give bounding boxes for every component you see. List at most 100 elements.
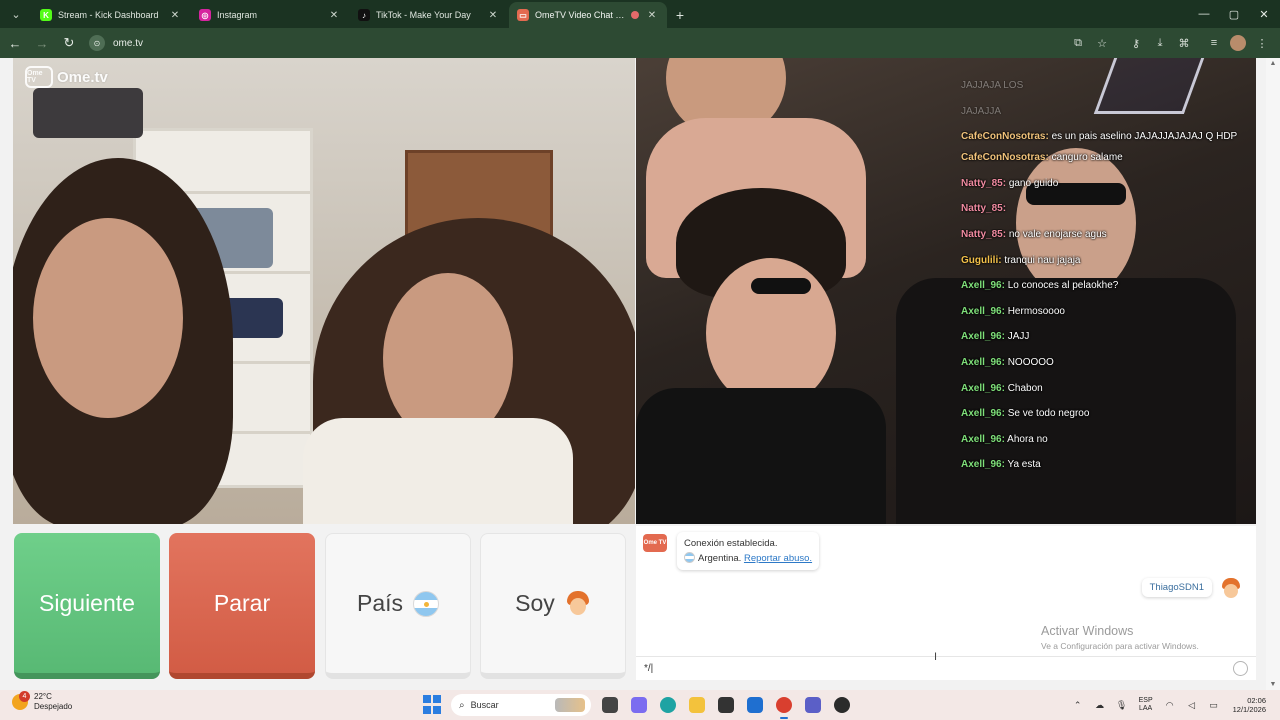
chat-username: Axell_96: <box>961 331 1005 343</box>
wifi-icon[interactable]: ◠ <box>1159 700 1181 711</box>
chat-username: Axell_96: <box>961 280 1005 292</box>
password-key-icon[interactable]: ⚷ <box>1124 31 1148 55</box>
edge-icon[interactable] <box>655 693 681 717</box>
tab-favicon-icon: K <box>40 9 52 21</box>
partner-country-text: Argentina. <box>698 553 742 564</box>
microphone-icon[interactable]: 🎙 <box>1111 700 1133 711</box>
local-video: Ome TV Ome.tv <box>13 58 635 524</box>
chat-message-input[interactable]: */| I <box>636 651 1256 680</box>
chat-username: Axell_96: <box>961 382 1005 394</box>
install-app-icon[interactable]: ⧉ <box>1066 31 1090 55</box>
browser-tab[interactable]: ◎ Instagram ✕ <box>191 2 349 28</box>
address-bar: ← → ↻ ⊙ ome.tv ⧉ ☆ ⚷ ⤓ ⌘ ≡ ⋮ <box>0 28 1280 58</box>
restore-icon[interactable]: ▢ <box>1218 0 1250 28</box>
outlook-icon[interactable] <box>742 693 768 717</box>
person-shirt <box>303 418 573 524</box>
chat-text: tranqui nau jajaja <box>1004 254 1081 266</box>
chat-text: JAJAJJA <box>961 105 1002 117</box>
translate-icon[interactable]: ⌘ <box>1172 31 1196 55</box>
partner-country-line: Argentina. Reportar abuso. <box>684 551 812 566</box>
scroll-down-icon[interactable]: ▼ <box>1268 681 1278 688</box>
chat-text: Chabon <box>1007 382 1043 394</box>
weather-temp: 22°C <box>34 692 52 701</box>
bags-on-shelf <box>33 88 143 138</box>
task-view-icon[interactable] <box>597 693 623 717</box>
teams-icon[interactable] <box>800 693 826 717</box>
new-tab-button[interactable]: + <box>668 7 692 23</box>
windows-activation-watermark: Activar Windows Ve a Configuración para … <box>1041 624 1199 651</box>
tab-title: OmeTV Video Chat — Ome <box>535 10 631 20</box>
chrome-icon[interactable] <box>771 693 797 719</box>
browser-tab[interactable]: ♪ TikTok - Make Your Day ✕ <box>350 2 508 28</box>
volume-icon[interactable]: ◁ <box>1181 700 1203 711</box>
reload-icon[interactable]: ↻ <box>57 31 81 55</box>
weather-widget[interactable]: 4 22°C Despejado <box>12 691 73 712</box>
tab-favicon-icon: ♪ <box>358 9 370 21</box>
gender-select-button[interactable]: Soy <box>480 533 626 679</box>
url-field[interactable]: ⊙ ome.tv <box>89 32 143 54</box>
cloud-icon[interactable]: ☁ <box>1089 700 1111 711</box>
stream-chat-message: Axell_96: Chabon <box>961 383 1246 395</box>
chat-username: Axell_96: <box>961 305 1005 317</box>
chat-username: CafeConNosotras: <box>961 131 1049 143</box>
tab-close-icon[interactable]: ✕ <box>168 10 182 21</box>
stop-button-label: Parar <box>213 589 271 616</box>
stop-button[interactable]: Parar <box>169 533 315 679</box>
url-text[interactable]: ome.tv <box>113 38 143 49</box>
person-face <box>33 218 183 418</box>
pinned-apps <box>595 693 856 719</box>
stream-chat-message: Axell_96: JAJJ <box>961 331 1246 343</box>
chat-username: Axell_96: <box>961 356 1005 368</box>
obs-icon[interactable] <box>829 693 855 717</box>
back-icon[interactable]: ← <box>3 31 27 55</box>
reading-list-icon[interactable]: ≡ <box>1202 31 1226 55</box>
file-explorer-icon[interactable] <box>684 693 710 717</box>
browser-tab[interactable]: ▭ OmeTV Video Chat — Ome ✕ <box>509 2 667 28</box>
minimize-icon[interactable]: — <box>1188 0 1220 28</box>
tab-bar: ⌄ K Stream - Kick Dashboard ✕ ◎ Instagram ✕ ♪ T… <box>0 0 1280 28</box>
taskbar-search[interactable]: ⌕ Buscar <box>451 694 591 716</box>
scroll-up-icon[interactable]: ▲ <box>1268 60 1278 67</box>
emoji-icon[interactable] <box>1233 661 1248 676</box>
battery-icon[interactable]: ▭ <box>1203 700 1225 711</box>
browser-tab[interactable]: K Stream - Kick Dashboard ✕ <box>32 2 190 28</box>
bookmark-star-icon[interactable]: ☆ <box>1090 31 1114 55</box>
tab-close-icon[interactable]: ✕ <box>327 10 341 21</box>
chat-input-value[interactable]: */| <box>644 663 653 674</box>
argentina-flag-icon <box>684 552 695 563</box>
weather-desc: Despejado <box>34 702 73 711</box>
language-indicator[interactable]: ESP LAA <box>1133 697 1159 713</box>
clock-date: 12/1/2026 <box>1232 705 1266 714</box>
chat-text: canguro salame <box>1051 152 1123 164</box>
taskbar-center: ⌕ Buscar <box>423 693 856 719</box>
tray-overflow-icon[interactable]: ⌃ <box>1067 700 1089 711</box>
partner-avatar-icon <box>1220 578 1242 600</box>
copilot-icon[interactable] <box>626 693 652 717</box>
page-scrollbar[interactable]: ▲ ▼ <box>1266 58 1280 690</box>
next-button[interactable]: Siguiente <box>14 533 160 679</box>
chat-username: Axell_96: <box>961 433 1005 445</box>
watermark-subtitle: Ve a Configuración para activar Windows. <box>1041 641 1199 651</box>
forward-icon[interactable]: → <box>30 31 54 55</box>
chat-text: gano guido <box>1008 177 1059 189</box>
tab-close-icon[interactable]: ✕ <box>645 10 659 21</box>
menu-kebab-icon[interactable]: ⋮ <box>1250 31 1274 55</box>
chat-text: es un pais aselino JAJAJJAJAJAJ Q HDP <box>1051 131 1238 143</box>
site-info-icon[interactable]: ⊙ <box>89 35 105 51</box>
store-icon[interactable] <box>713 693 739 717</box>
country-filter-button[interactable]: País <box>325 533 471 679</box>
chat-text: Se ve todo negroo <box>1007 408 1090 420</box>
system-tray: ⌃ ☁ 🎙 ESP LAA ◠ ◁ ▭ 02:06 12/1/2026 <box>1067 690 1280 720</box>
download-icon[interactable]: ⤓ <box>1148 31 1172 55</box>
tab-close-icon[interactable]: ✕ <box>486 10 500 21</box>
windows-start-icon[interactable] <box>423 695 443 715</box>
stream-chat-message: CafeConNosotras: canguro salame <box>961 152 1246 164</box>
notification-badge: 4 <box>19 691 30 702</box>
ometv-system-icon: Ome TV <box>643 534 667 552</box>
profile-avatar[interactable] <box>1226 31 1250 55</box>
close-window-icon[interactable]: ✕ <box>1248 0 1280 28</box>
tab-search-icon[interactable]: ⌄ <box>4 3 28 25</box>
clock[interactable]: 02:06 12/1/2026 <box>1233 696 1266 714</box>
partner-video: JAJJAJA LOS JAJAJJA CafeConNosotras: es u… <box>636 58 1256 524</box>
report-abuse-link[interactable]: Reportar abuso. <box>744 553 812 564</box>
